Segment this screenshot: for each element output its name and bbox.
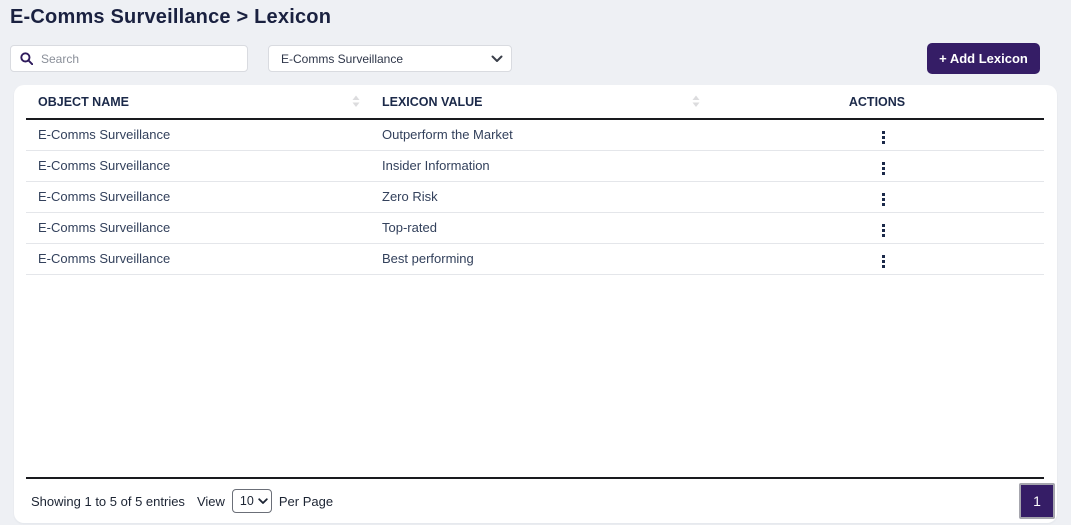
lexicon-value-cell: Outperform the Market — [370, 119, 710, 151]
table-row: E-Comms Surveillance Best performing — [26, 243, 1044, 275]
page-title: E-Comms Surveillance > Lexicon — [10, 6, 332, 28]
column-header-label: ACTIONS — [848, 94, 906, 109]
object-name-cell: E-Comms Surveillance — [26, 150, 370, 182]
table-row: E-Comms Surveillance Zero Risk — [26, 181, 1044, 213]
sort-icon[interactable] — [692, 95, 700, 108]
lexicon-value-cell: Zero Risk — [370, 181, 710, 213]
entries-summary: Showing 1 to 5 of 5 entries — [31, 493, 185, 509]
object-name-cell: E-Comms Surveillance — [26, 243, 370, 275]
table-header-row: OBJECT NAME LEXICON VALUE ACTIONS — [26, 85, 1044, 120]
table-footer: Showing 1 to 5 of 5 entries View 10 Per … — [26, 477, 1055, 523]
column-header-object-name[interactable]: OBJECT NAME — [26, 85, 370, 120]
pagination-page-1-button[interactable]: 1 — [1019, 483, 1055, 519]
lexicon-value-cell: Insider Information — [370, 150, 710, 182]
per-page-label: Per Page — [278, 493, 334, 509]
row-actions-kebab-icon[interactable] — [876, 221, 891, 240]
add-lexicon-button[interactable]: + Add Lexicon — [927, 43, 1040, 74]
table-row: E-Comms Surveillance Insider Information — [26, 150, 1044, 182]
lexicon-card: OBJECT NAME LEXICON VALUE ACTIONS E-Comm… — [14, 85, 1057, 523]
view-label: View — [196, 493, 225, 509]
lexicon-page: E-Comms Surveillance > Lexicon E-Comms S… — [0, 0, 1071, 525]
row-actions-kebab-icon[interactable] — [876, 252, 891, 271]
column-header-label: OBJECT NAME — [38, 94, 129, 109]
object-name-cell: E-Comms Surveillance — [26, 181, 370, 213]
column-header-label: LEXICON VALUE — [382, 94, 483, 109]
column-header-actions: ACTIONS — [710, 85, 1044, 120]
search-box — [10, 45, 248, 72]
row-actions-kebab-icon[interactable] — [876, 159, 891, 178]
lexicon-value-cell: Best performing — [370, 243, 710, 275]
lexicon-value-cell: Top-rated — [370, 212, 710, 244]
object-filter-select[interactable]: E-Comms Surveillance — [268, 45, 512, 72]
row-actions-kebab-icon[interactable] — [876, 190, 891, 209]
sort-icon[interactable] — [352, 95, 360, 108]
column-header-lexicon-value[interactable]: LEXICON VALUE — [370, 85, 710, 120]
table-row: E-Comms Surveillance Outperform the Mark… — [26, 119, 1044, 151]
object-name-cell: E-Comms Surveillance — [26, 119, 370, 151]
per-page-select-wrap: 10 — [231, 489, 272, 513]
search-input[interactable] — [41, 51, 221, 66]
table-row: E-Comms Surveillance Top-rated — [26, 212, 1044, 244]
object-filter-wrap: E-Comms Surveillance — [268, 45, 512, 72]
search-icon — [20, 52, 33, 65]
per-page-select[interactable]: 10 — [231, 489, 272, 513]
object-name-cell: E-Comms Surveillance — [26, 212, 370, 244]
lexicon-table: OBJECT NAME LEXICON VALUE ACTIONS E-Comm… — [26, 85, 1044, 275]
row-actions-kebab-icon[interactable] — [876, 128, 891, 147]
